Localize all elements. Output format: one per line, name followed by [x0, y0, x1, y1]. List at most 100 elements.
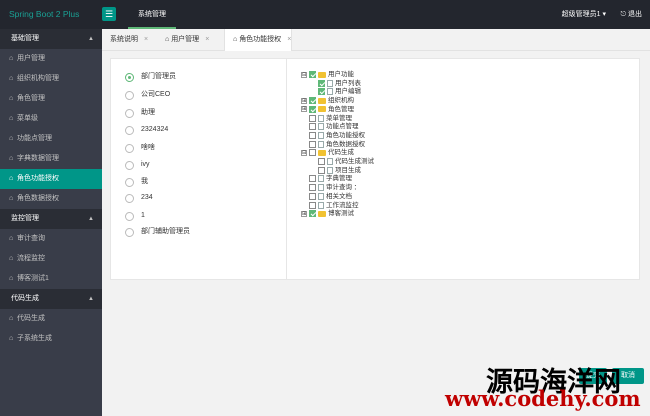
radio[interactable]	[125, 108, 134, 118]
sidebar-item-codegen[interactable]: ⌂ 代码生成	[0, 309, 102, 329]
checkbox[interactable]	[309, 114, 316, 122]
file-icon	[318, 123, 324, 131]
radio[interactable]	[125, 160, 134, 170]
sidebar-group-monitor[interactable]: 监控管理 ▲	[0, 209, 102, 229]
tab-user-management[interactable]: ⌂ 用户管理 ×	[157, 29, 209, 51]
tree-node[interactable]: 角色功能授权	[301, 131, 365, 140]
collapse-icon[interactable]: ⊟	[301, 149, 307, 156]
checkbox-checked[interactable]	[309, 105, 316, 113]
file-icon	[318, 140, 324, 148]
sidebar-item-process-monitor[interactable]: ⌂ 流程监控	[0, 249, 102, 269]
expand-icon[interactable]: ⊞	[301, 106, 307, 113]
checkbox-checked[interactable]	[309, 71, 316, 78]
tree-node[interactable]: ⊟ 用户功能	[301, 70, 354, 79]
radio[interactable]	[125, 193, 134, 203]
sidebar-item-blog-test[interactable]: ⌂ 博客测试1	[0, 269, 102, 289]
sidebar-item-audit[interactable]: ⌂ 审计查询	[0, 229, 102, 249]
user-menu[interactable]: 超级管理员1 ▾	[562, 0, 606, 29]
expand-icon[interactable]: ⊞	[301, 97, 307, 104]
checkbox[interactable]	[309, 123, 316, 131]
top-nav-system-management[interactable]: 系统管理	[128, 0, 176, 29]
home-icon: ⌂	[9, 315, 14, 322]
checkbox[interactable]	[309, 140, 316, 148]
checkbox[interactable]	[309, 192, 316, 200]
tree-node[interactable]: 工作流监控	[301, 201, 359, 210]
sidebar-item-menu[interactable]: ⌂ 菜单级	[0, 109, 102, 129]
tree-node[interactable]: 用户列表	[310, 79, 361, 88]
sidebar-item-dict-management[interactable]: ⌂ 字典数据管理	[0, 149, 102, 169]
radio[interactable]	[125, 143, 134, 153]
radio-selected[interactable]	[125, 72, 134, 82]
home-icon: ⌂	[9, 235, 14, 242]
sidebar-item-function-management[interactable]: ⌂ 功能点管理	[0, 129, 102, 149]
app-logo[interactable]: Spring Boot 2 Plus	[0, 0, 102, 29]
tree-node[interactable]: 项目生成	[310, 166, 361, 175]
sidebar-group-basic[interactable]: 基础管理 ▲	[0, 29, 102, 49]
tree-node[interactable]: 用户编辑	[310, 87, 361, 96]
tree-node-label: 审计查询 ：	[326, 184, 361, 192]
sidebar-item-role-management[interactable]: ⌂ 角色管理	[0, 89, 102, 109]
tree-node[interactable]: ⊟ 代码生成	[301, 148, 354, 157]
tree-node[interactable]: 字典管理	[301, 174, 352, 183]
tab-role-function-auth[interactable]: ⌂ 角色功能授权 ×	[224, 29, 293, 52]
close-icon[interactable]: ×	[144, 36, 148, 43]
tree-node[interactable]: 代码生成测试	[310, 157, 374, 166]
home-icon: ⌂	[9, 195, 14, 202]
checkbox-checked[interactable]	[318, 88, 325, 96]
tree-node[interactable]: 菜单管理	[301, 114, 352, 123]
checkbox-checked[interactable]	[318, 79, 325, 87]
checkbox[interactable]	[309, 184, 316, 192]
tree-node[interactable]: ⊞ 博客测试	[301, 209, 354, 218]
radio[interactable]	[125, 211, 134, 221]
close-icon[interactable]: ×	[205, 36, 209, 43]
checkbox-checked[interactable]	[309, 97, 316, 105]
home-icon: ⌂	[9, 175, 14, 182]
sidebar-item-role-data-auth[interactable]: ⌂ 角色数据授权	[0, 189, 102, 209]
radio[interactable]	[125, 177, 134, 187]
role-option[interactable]: ivy	[125, 159, 150, 171]
radio[interactable]	[125, 227, 134, 237]
radio[interactable]	[125, 90, 134, 100]
role-option[interactable]: 我	[125, 176, 148, 188]
tree-node[interactable]: 角色数据授权	[301, 140, 365, 149]
checkbox-checked[interactable]	[309, 210, 316, 218]
tree-node[interactable]: 相关文档	[301, 192, 352, 201]
role-option[interactable]: 部门管理员	[125, 71, 176, 83]
checkbox[interactable]	[318, 158, 325, 165]
tree-node-label: 角色功能授权	[326, 131, 365, 139]
checkbox[interactable]	[318, 166, 325, 174]
tree-node-label: 功能点管理	[326, 123, 359, 131]
checkbox[interactable]	[309, 131, 316, 139]
sidebar-item-org-management[interactable]: ⌂ 组织机构管理	[0, 69, 102, 89]
auth-panel	[110, 58, 640, 280]
role-option[interactable]: 公司CEO	[125, 89, 170, 101]
expand-icon[interactable]: ⊞	[301, 210, 307, 217]
role-option[interactable]: 啥啥	[125, 142, 155, 154]
role-option[interactable]: 助理	[125, 107, 155, 119]
logout-button[interactable]: ⎋ 退出	[621, 0, 643, 29]
checkbox[interactable]	[309, 149, 316, 157]
tab-system-notes[interactable]: 系统说明 ×	[102, 29, 148, 51]
checkbox[interactable]	[309, 175, 316, 183]
checkbox[interactable]	[309, 201, 316, 209]
close-icon[interactable]: ×	[287, 36, 291, 43]
radio[interactable]	[125, 125, 134, 135]
tree-node[interactable]: 功能点管理	[301, 122, 359, 131]
collapse-icon[interactable]: ⊟	[301, 71, 307, 78]
tree-node-label: 用户编辑	[335, 88, 361, 96]
sidebar-item-user-management[interactable]: ⌂ 用户管理	[0, 49, 102, 69]
role-option[interactable]: 1	[125, 210, 145, 222]
tree-node[interactable]: ⊞ 角色管理	[301, 105, 354, 114]
sidebar-group-codegen[interactable]: 代码生成 ▲	[0, 289, 102, 309]
role-option[interactable]: 2324324	[125, 124, 168, 136]
role-option[interactable]: 234	[125, 192, 153, 204]
menu-toggle-button[interactable]: ☰	[102, 7, 116, 21]
sidebar-item-role-function-auth[interactable]: ⌂ 角色功能授权	[0, 169, 102, 189]
tree-node[interactable]: 审计查询 ：	[301, 183, 360, 192]
tree-node[interactable]: ⊞ 组织机构	[301, 96, 354, 105]
sidebar-item-subsystem-gen[interactable]: ⌂ 子系统生成	[0, 329, 102, 349]
home-icon: ⌂	[9, 275, 14, 282]
tab-bar: 系统说明 × ⌂ 用户管理 × ⌂ 角色功能授权 ×	[102, 29, 650, 52]
role-option[interactable]: 部门辅助管理员	[125, 226, 190, 238]
